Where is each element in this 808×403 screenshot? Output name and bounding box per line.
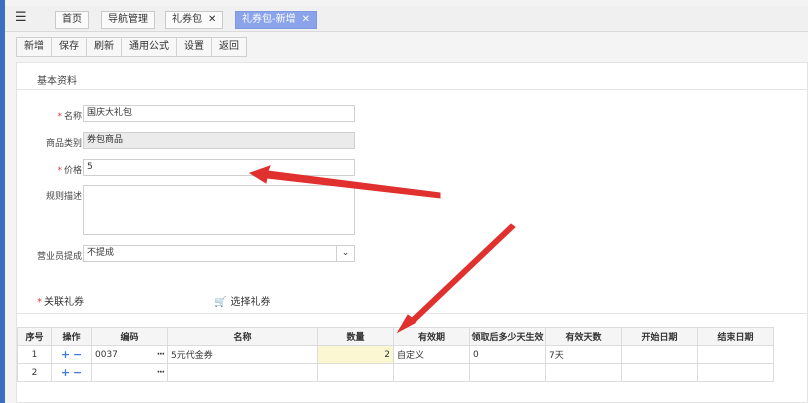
related-coupons-text: 关联礼券 bbox=[44, 297, 84, 308]
quantity-cell[interactable]: 2 bbox=[317, 345, 394, 364]
tab-navigation-management[interactable]: 导航管理 bbox=[101, 11, 155, 29]
divider bbox=[17, 313, 808, 314]
grid-header-row: 序号 操作 编码 名称 数量 有效期 领取后多少天生效 有效天数 开始日期 结束… bbox=[17, 327, 774, 346]
close-icon[interactable]: ✕ bbox=[302, 14, 310, 25]
row-number: 1 bbox=[17, 345, 52, 364]
save-button[interactable]: 保存 bbox=[52, 38, 87, 56]
start-date-cell[interactable] bbox=[621, 345, 698, 364]
end-date-cell[interactable] bbox=[697, 345, 774, 364]
more-icon[interactable]: ··· bbox=[157, 350, 165, 360]
name-label-text: 名称: bbox=[63, 112, 85, 122]
name-input[interactable]: 国庆大礼包 bbox=[83, 105, 355, 122]
column-header: 有效期 bbox=[393, 327, 470, 346]
tab-gift-package-new[interactable]: 礼券包-新增 ✕ bbox=[235, 11, 317, 29]
effective-after-cell[interactable] bbox=[469, 363, 546, 382]
column-header: 结束日期 bbox=[697, 327, 774, 346]
tab-label: 首页 bbox=[62, 14, 82, 25]
price-label: * 价格: bbox=[27, 163, 85, 176]
required-mark: * bbox=[57, 166, 62, 176]
coupon-grid: 序号 操作 编码 名称 数量 有效期 领取后多少天生效 有效天数 开始日期 结束… bbox=[17, 327, 774, 382]
validity-cell[interactable]: 自定义 bbox=[393, 345, 470, 364]
tab-label: 导航管理 bbox=[108, 14, 148, 25]
form-panel: 基本资料 * 名称: 国庆大礼包 商品类别: 券包商品 * 价格: 5 规则描述: … bbox=[16, 62, 808, 403]
left-accent-strip bbox=[0, 0, 5, 403]
quantity-cell[interactable] bbox=[317, 363, 394, 382]
valid-days-cell[interactable]: 7天 bbox=[545, 345, 622, 364]
column-header: 数量 bbox=[317, 327, 394, 346]
code-cell[interactable]: ··· bbox=[91, 363, 168, 382]
code-value: 0037 bbox=[95, 349, 118, 360]
back-button[interactable]: 返回 bbox=[212, 38, 246, 56]
choose-coupons-text: 选择礼券 bbox=[230, 297, 271, 308]
chevron-down-icon[interactable]: ⌄ bbox=[336, 246, 354, 261]
commission-select[interactable]: 不提成 ⌄ bbox=[83, 245, 355, 262]
related-coupons-label: * 关联礼券 bbox=[37, 293, 84, 308]
category-label: 商品类别: bbox=[45, 139, 85, 149]
divider bbox=[17, 89, 808, 90]
price-label-text: 价格: bbox=[63, 166, 85, 176]
commission-label: 营业员提成: bbox=[36, 252, 85, 262]
name-cell bbox=[167, 363, 318, 382]
add-row-icon[interactable]: + bbox=[61, 348, 70, 361]
tab-gift-package[interactable]: 礼券包 ✕ bbox=[165, 11, 224, 29]
row-actions: + − bbox=[51, 363, 92, 382]
column-header: 编码 bbox=[91, 327, 168, 346]
tab-bar: ☰ 首页 导航管理 礼券包 ✕ 礼券包-新增 ✕ bbox=[5, 6, 808, 32]
valid-days-cell[interactable] bbox=[545, 363, 622, 382]
table-row: 2 + − ··· bbox=[17, 363, 774, 382]
remove-row-icon[interactable]: − bbox=[73, 366, 82, 379]
remove-row-icon[interactable]: − bbox=[73, 348, 82, 361]
column-header: 有效天数 bbox=[545, 327, 622, 346]
effective-after-cell[interactable]: 0 bbox=[469, 345, 546, 364]
name-cell: 5元代金券 bbox=[167, 345, 318, 364]
tab-home[interactable]: 首页 bbox=[55, 11, 89, 29]
toolbar: 新增 保存 刷新 通用公式 设置 返回 bbox=[16, 37, 247, 57]
column-header: 领取后多少天生效 bbox=[469, 327, 546, 346]
settings-button[interactable]: 设置 bbox=[177, 38, 212, 56]
column-header: 操作 bbox=[51, 327, 92, 346]
section-title: 基本资料 bbox=[37, 76, 77, 87]
end-date-cell[interactable] bbox=[697, 363, 774, 382]
choose-coupons-button[interactable]: 🛒 选择礼券 bbox=[214, 293, 270, 308]
more-icon[interactable]: ··· bbox=[157, 368, 165, 378]
row-number: 2 bbox=[17, 363, 52, 382]
formula-button[interactable]: 通用公式 bbox=[122, 38, 177, 56]
commission-value: 不提成 bbox=[87, 248, 115, 258]
code-cell[interactable]: 0037 ··· bbox=[91, 345, 168, 364]
close-icon[interactable]: ✕ bbox=[208, 14, 216, 25]
add-row-icon[interactable]: + bbox=[61, 366, 70, 379]
start-date-cell[interactable] bbox=[621, 363, 698, 382]
tab-label: 礼券包 bbox=[172, 14, 202, 25]
add-button[interactable]: 新增 bbox=[17, 38, 52, 56]
refresh-button[interactable]: 刷新 bbox=[87, 38, 122, 56]
tab-label: 礼券包-新增 bbox=[242, 14, 296, 25]
column-header: 名称 bbox=[167, 327, 318, 346]
table-row: 1 + − 0037 ··· 5元代金券 2 自定义 0 7天 bbox=[17, 345, 774, 364]
column-header: 开始日期 bbox=[621, 327, 698, 346]
validity-cell[interactable] bbox=[393, 363, 470, 382]
category-field: 券包商品 bbox=[83, 132, 355, 149]
price-input[interactable]: 5 bbox=[83, 159, 355, 176]
required-mark: * bbox=[37, 297, 42, 308]
description-textarea[interactable] bbox=[83, 185, 355, 235]
cart-icon: 🛒 bbox=[214, 297, 227, 308]
menu-collapse-icon[interactable]: ☰ bbox=[15, 11, 31, 25]
description-label: 规则描述: bbox=[45, 192, 85, 202]
name-label: * 名称: bbox=[27, 109, 85, 122]
row-actions: + − bbox=[51, 345, 92, 364]
column-header: 序号 bbox=[17, 327, 52, 346]
required-mark: * bbox=[57, 112, 62, 122]
